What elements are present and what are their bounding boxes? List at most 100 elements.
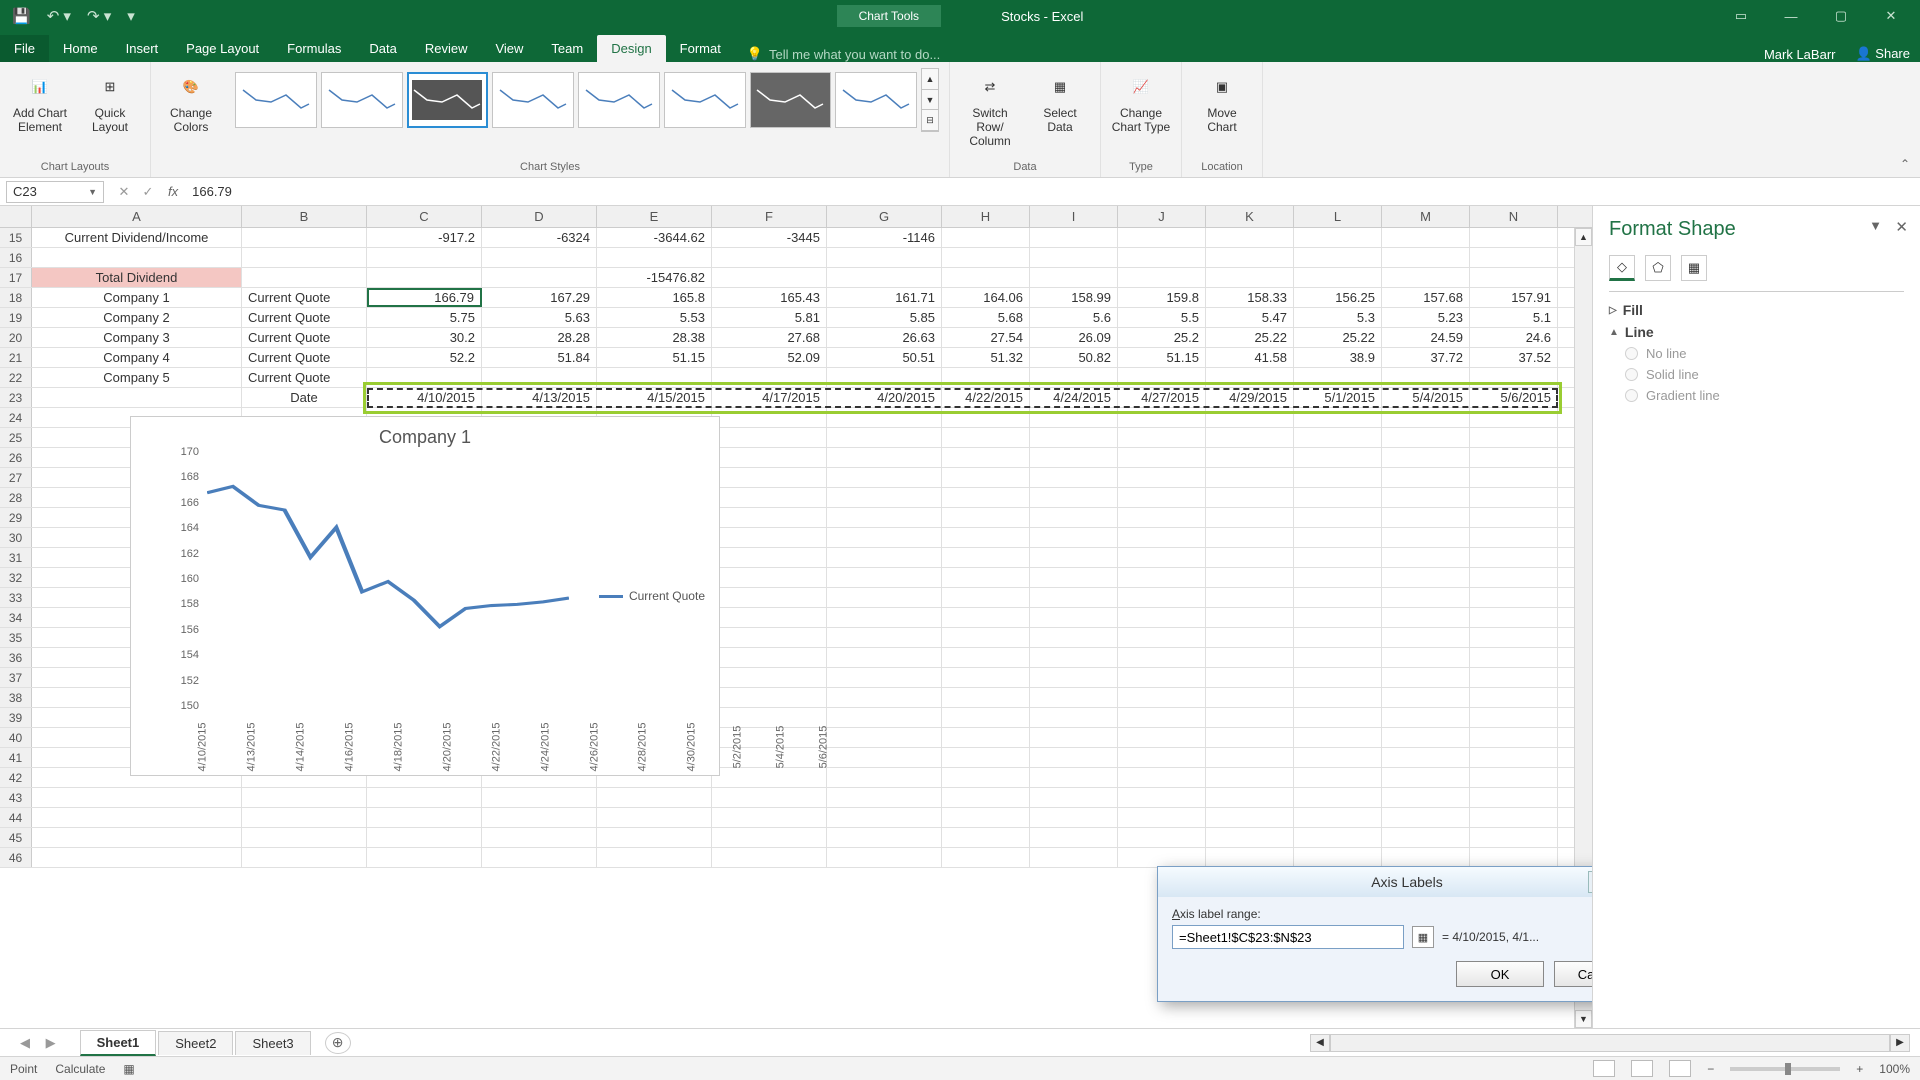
scroll-up-button[interactable]: ▲ — [1575, 228, 1592, 246]
cell[interactable] — [1382, 668, 1470, 687]
cell[interactable] — [712, 648, 827, 667]
cell[interactable]: 5.81 — [712, 308, 827, 327]
row-header[interactable]: 37 — [0, 668, 32, 687]
cell[interactable] — [1206, 248, 1294, 267]
cell[interactable] — [1206, 448, 1294, 467]
cell[interactable]: Date — [242, 388, 367, 407]
share-button[interactable]: 👤 Share — [1855, 46, 1910, 62]
cell[interactable] — [827, 848, 942, 867]
cell[interactable] — [1030, 508, 1118, 527]
embedded-chart[interactable]: Company 1 150152154156158160162164166168… — [130, 416, 720, 776]
column-header-N[interactable]: N — [1470, 206, 1558, 227]
column-header-A[interactable]: A — [32, 206, 242, 227]
row-header[interactable]: 35 — [0, 628, 32, 647]
maximize-icon[interactable]: ▢ — [1818, 1, 1864, 31]
spreadsheet-grid[interactable]: ABCDEFGHIJKLMN 15Current Dividend/Income… — [0, 206, 1592, 1028]
cell[interactable] — [712, 688, 827, 707]
hscroll-right-icon[interactable]: ▶ — [1890, 1034, 1910, 1052]
cell[interactable] — [1206, 488, 1294, 507]
cell[interactable] — [942, 648, 1030, 667]
cell[interactable] — [1118, 528, 1206, 547]
zoom-slider[interactable] — [1730, 1067, 1840, 1071]
cell[interactable] — [367, 848, 482, 867]
range-picker-icon[interactable]: ▦ — [1412, 926, 1434, 948]
cell[interactable] — [1382, 788, 1470, 807]
add-chart-element-button[interactable]: 📊 Add Chart Element — [10, 68, 70, 134]
cell[interactable] — [712, 548, 827, 567]
cell[interactable] — [597, 248, 712, 267]
row-header[interactable]: 29 — [0, 508, 32, 527]
chart-style-2[interactable] — [321, 72, 403, 128]
cell[interactable]: 166.79 — [367, 288, 482, 307]
cell[interactable] — [1294, 248, 1382, 267]
cell[interactable] — [597, 368, 712, 387]
cell[interactable] — [1118, 508, 1206, 527]
cell[interactable] — [1206, 588, 1294, 607]
cell[interactable] — [1382, 428, 1470, 447]
cell[interactable]: 28.28 — [482, 328, 597, 347]
cell[interactable] — [1470, 248, 1558, 267]
cell[interactable]: Current Quote — [242, 368, 367, 387]
column-header-B[interactable]: B — [242, 206, 367, 227]
cell[interactable] — [827, 828, 942, 847]
switch-row-column-button[interactable]: ⇄ Switch Row/ Column — [960, 68, 1020, 148]
fx-icon[interactable]: fx — [168, 184, 178, 199]
row-header[interactable]: 30 — [0, 528, 32, 547]
cell[interactable]: 5.3 — [1294, 308, 1382, 327]
change-chart-type-button[interactable]: 📈 Change Chart Type — [1111, 68, 1171, 134]
qat-more-icon[interactable]: ▾ — [127, 7, 135, 25]
cell[interactable] — [1030, 688, 1118, 707]
cell[interactable] — [1294, 368, 1382, 387]
cell[interactable] — [1206, 788, 1294, 807]
cell[interactable] — [827, 408, 942, 427]
cell[interactable] — [1294, 828, 1382, 847]
cell[interactable]: 5.63 — [482, 308, 597, 327]
cell[interactable]: 165.8 — [597, 288, 712, 307]
cell[interactable] — [32, 248, 242, 267]
cell[interactable] — [1206, 808, 1294, 827]
column-header-H[interactable]: H — [942, 206, 1030, 227]
column-header-G[interactable]: G — [827, 206, 942, 227]
cell[interactable] — [942, 228, 1030, 247]
cell[interactable] — [32, 788, 242, 807]
chart-style-8[interactable] — [835, 72, 917, 128]
cell[interactable] — [1206, 668, 1294, 687]
cell[interactable] — [1206, 508, 1294, 527]
cell[interactable] — [1206, 408, 1294, 427]
cell[interactable] — [1382, 468, 1470, 487]
cell[interactable] — [1206, 768, 1294, 787]
cell[interactable] — [1470, 268, 1558, 287]
cell[interactable] — [367, 828, 482, 847]
row-header[interactable]: 16 — [0, 248, 32, 267]
cell[interactable] — [712, 588, 827, 607]
row-header[interactable]: 31 — [0, 548, 32, 567]
cell[interactable] — [1206, 748, 1294, 767]
cell[interactable] — [1030, 768, 1118, 787]
cell[interactable] — [827, 548, 942, 567]
cell[interactable] — [827, 768, 942, 787]
scroll-down-button[interactable]: ▼ — [1575, 1010, 1592, 1028]
cell[interactable] — [1470, 428, 1558, 447]
cell[interactable] — [1294, 748, 1382, 767]
chart-style-7[interactable] — [750, 72, 832, 128]
cell[interactable] — [597, 848, 712, 867]
cell[interactable] — [1294, 628, 1382, 647]
cell[interactable] — [1382, 728, 1470, 747]
cell[interactable] — [1470, 688, 1558, 707]
cell[interactable] — [1030, 448, 1118, 467]
cell[interactable]: 4/27/2015 — [1118, 388, 1206, 407]
cell[interactable]: Company 5 — [32, 368, 242, 387]
select-all-corner[interactable] — [0, 206, 32, 227]
formula-cancel-icon[interactable]: ✕ — [114, 184, 134, 200]
cell[interactable] — [1030, 248, 1118, 267]
cell[interactable] — [367, 808, 482, 827]
cell[interactable]: 52.2 — [367, 348, 482, 367]
cell[interactable] — [32, 808, 242, 827]
cell[interactable] — [1030, 468, 1118, 487]
scroll-more-icon[interactable]: ⊟ — [922, 110, 938, 131]
cell[interactable] — [712, 788, 827, 807]
cell[interactable] — [1030, 728, 1118, 747]
cell[interactable] — [942, 588, 1030, 607]
cell[interactable] — [1118, 588, 1206, 607]
cell[interactable] — [1118, 468, 1206, 487]
